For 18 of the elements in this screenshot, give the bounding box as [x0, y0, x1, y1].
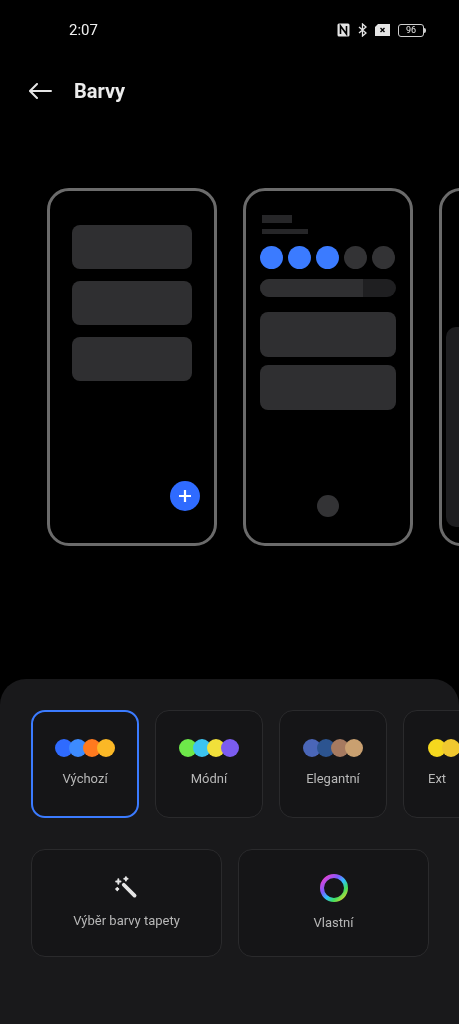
option-button[interactable]: Výběr barvy tapety	[31, 849, 222, 957]
status-time: 2:07	[69, 19, 98, 41]
battery-level: 96	[405, 25, 417, 35]
color-ring-icon	[318, 873, 349, 904]
sim-off-icon	[375, 24, 390, 36]
palette-option[interactable]: Módní	[155, 710, 263, 818]
preview-button	[317, 495, 339, 517]
option-button[interactable]: Vlastní	[238, 849, 429, 957]
palette-option[interactable]: Výchozí	[31, 710, 139, 818]
palette-option[interactable]: Elegantní	[279, 710, 387, 818]
nfc-icon	[337, 23, 350, 37]
page-title: Barvy	[74, 78, 126, 105]
phone-preview[interactable]	[243, 188, 413, 546]
back-arrow-icon[interactable]	[29, 83, 52, 99]
palette-option[interactable]: Ext	[403, 710, 459, 818]
phone-preview[interactable]	[47, 188, 217, 546]
bluetooth-icon	[358, 23, 367, 37]
plus-icon	[179, 490, 191, 502]
